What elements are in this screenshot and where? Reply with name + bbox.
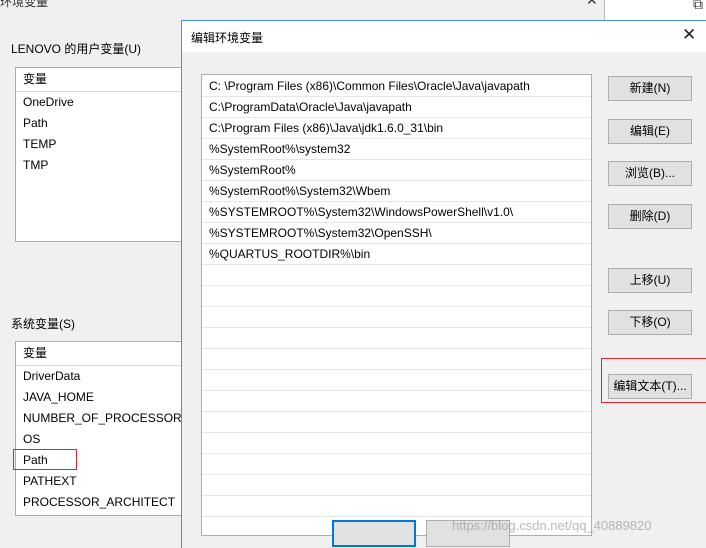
user-vars-list[interactable]: 变量 OneDrive Path TEMP TMP: [15, 67, 198, 242]
path-entry[interactable]: %SYSTEMROOT%\System32\WindowsPowerShell\…: [202, 202, 591, 223]
system-vars-group-label: 系统变量(S): [11, 317, 75, 331]
empty-path-row[interactable]: [202, 307, 591, 328]
move-down-button[interactable]: 下移(O): [608, 310, 692, 335]
path-entries-list[interactable]: C: \Program Files (x86)\Common Files\Ora…: [201, 74, 592, 536]
empty-path-row[interactable]: [202, 454, 591, 475]
empty-path-row[interactable]: [202, 370, 591, 391]
ok-button[interactable]: [332, 520, 416, 547]
list-item[interactable]: TMP: [23, 155, 48, 176]
list-item[interactable]: NUMBER_OF_PROCESSORS: [23, 408, 190, 429]
path-entry[interactable]: C: \Program Files (x86)\Common Files\Ora…: [202, 76, 591, 97]
path-entry[interactable]: %SystemRoot%\system32: [202, 139, 591, 160]
list-item[interactable]: JAVA_HOME: [23, 387, 94, 408]
list-item[interactable]: PROCESSOR_ARCHITECT: [23, 492, 175, 513]
list-item[interactable]: Path: [23, 113, 48, 134]
path-entry[interactable]: %QUARTUS_ROOTDIR%\bin: [202, 244, 591, 265]
path-entry[interactable]: C:\Program Files (x86)\Java\jdk1.6.0_31\…: [202, 118, 591, 139]
empty-path-row[interactable]: [202, 286, 591, 307]
empty-path-row[interactable]: [202, 475, 591, 496]
list-item[interactable]: OS: [23, 429, 40, 450]
path-selection-highlight: [13, 449, 77, 470]
background-window-right: [605, 0, 706, 20]
path-entry[interactable]: %SystemRoot%\System32\Wbem: [202, 181, 591, 202]
path-entry[interactable]: %SYSTEMROOT%\System32\OpenSSH\: [202, 223, 591, 244]
browse-button[interactable]: 浏览(B)...: [608, 161, 692, 186]
empty-path-row[interactable]: [202, 412, 591, 433]
system-vars-column-header[interactable]: 变量: [23, 343, 47, 364]
user-vars-group-label: LENOVO 的用户变量(U): [11, 42, 142, 56]
list-item[interactable]: OneDrive: [23, 92, 74, 113]
empty-path-row[interactable]: [202, 433, 591, 454]
env-vars-window-titlebar: 环境变量 ✕: [0, 0, 706, 14]
list-item[interactable]: PATHEXT: [23, 471, 77, 492]
dialog-title: 编辑环境变量: [191, 31, 264, 45]
close-icon[interactable]: ✕: [586, 0, 598, 9]
empty-path-row[interactable]: [202, 328, 591, 349]
path-entry[interactable]: C:\ProgramData\Oracle\Java\javapath: [202, 97, 591, 118]
env-vars-window-title: 环境变量: [0, 0, 49, 9]
path-entry[interactable]: %SystemRoot%: [202, 160, 591, 181]
close-icon[interactable]: ✕: [682, 25, 696, 45]
empty-path-row[interactable]: [202, 265, 591, 286]
edit-button[interactable]: 编辑(E): [608, 119, 692, 144]
dialog-titlebar: 编辑环境变量 ✕: [182, 21, 706, 52]
edit-env-var-dialog: 编辑环境变量 ✕ C: \Program Files (x86)\Common …: [181, 20, 706, 548]
window-icon: ⧉: [693, 0, 703, 12]
edit-text-highlight: [601, 358, 706, 403]
empty-path-row[interactable]: [202, 391, 591, 412]
empty-path-row[interactable]: [202, 496, 591, 517]
move-up-button[interactable]: 上移(U): [608, 268, 692, 293]
list-item[interactable]: DriverData: [23, 366, 80, 387]
list-item[interactable]: TEMP: [23, 134, 56, 155]
delete-button[interactable]: 删除(D): [608, 204, 692, 229]
user-vars-column-header[interactable]: 变量: [23, 69, 47, 90]
new-button[interactable]: 新建(N): [608, 76, 692, 101]
system-vars-list[interactable]: 变量 DriverData JAVA_HOME NUMBER_OF_PROCESSO…: [15, 341, 198, 516]
watermark: https://blog.csdn.net/qq_40889820: [452, 518, 652, 533]
empty-path-row[interactable]: [202, 349, 591, 370]
